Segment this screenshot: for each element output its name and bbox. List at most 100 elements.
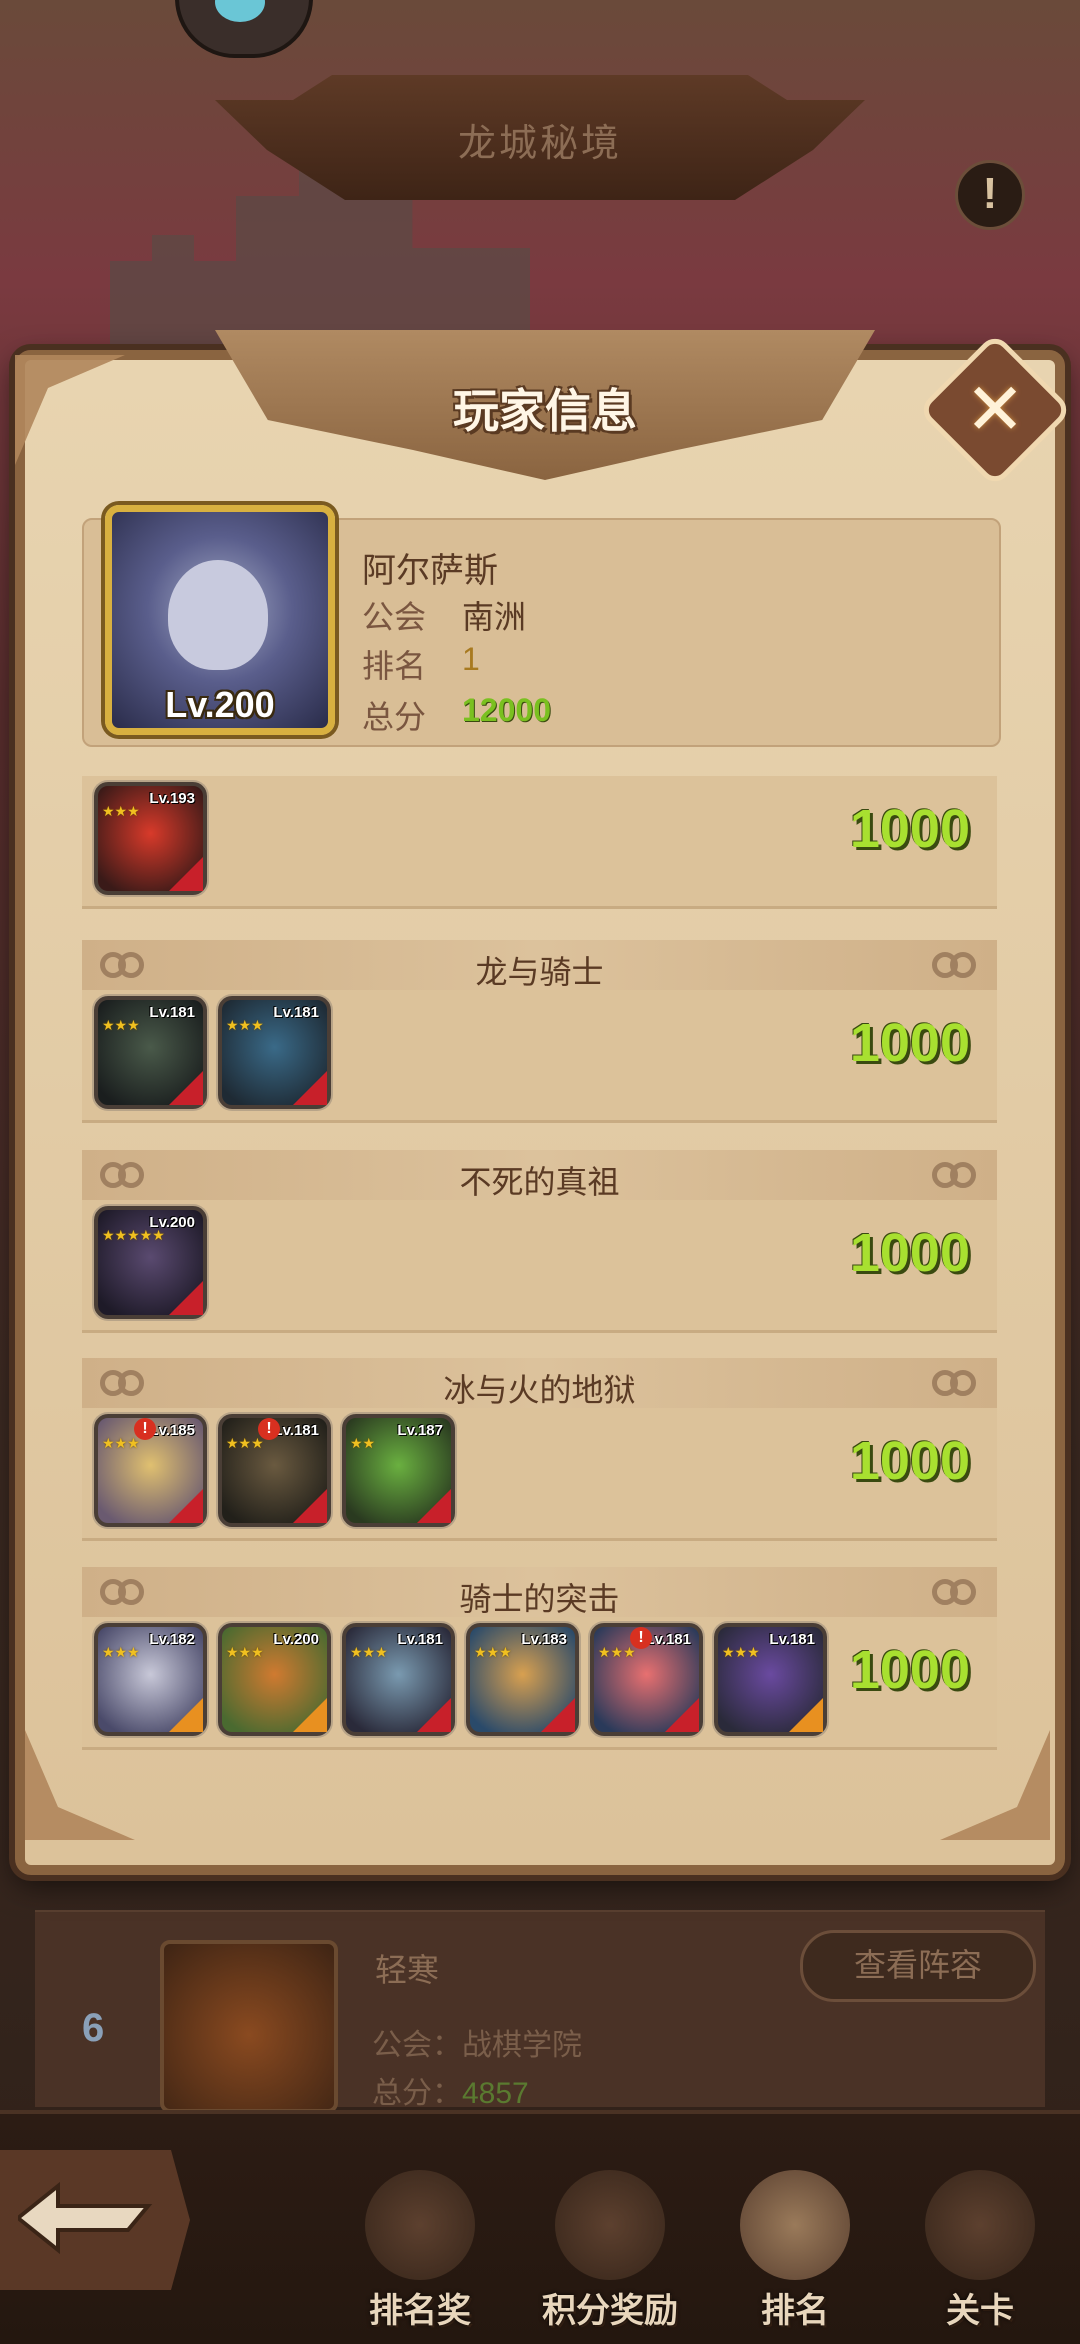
star-rating-icon: ★★★ [102, 803, 140, 819]
team-section-title: 不死的真祖 [459, 1164, 620, 1200]
nav-item-label: 排名奖 [369, 2292, 471, 2330]
mascot-icon [215, 0, 265, 22]
hero-level: Lv.181 [645, 1631, 691, 1648]
hero-level: Lv.187 [397, 1422, 443, 1439]
hero-class-corner [169, 1281, 203, 1315]
star-rating-icon: ★★★ [226, 1435, 264, 1451]
star-rating-icon: ★★★ [102, 1017, 140, 1033]
page-title: 龙城秘境 [457, 123, 622, 165]
hero-class-corner [293, 1698, 327, 1732]
hero-class-corner [541, 1698, 575, 1732]
hero-card[interactable]: Lv.181 ★★★ [342, 1623, 455, 1736]
hero-level: Lv.200 [273, 1631, 319, 1648]
hero-card[interactable]: Lv.200 ★★★★★ [94, 1206, 207, 1319]
ranking-icon [740, 2170, 850, 2280]
chain-link-icon [100, 952, 146, 978]
team-section-title: 龙与骑士 [475, 954, 604, 990]
hero-level: Lv.185 [149, 1422, 195, 1439]
hero-card[interactable]: Lv.183 ★★★ [466, 1623, 579, 1736]
team-section-title: 冰与火的地狱 [443, 1372, 636, 1408]
hero-card[interactable]: Lv.181 ★★★! [218, 1414, 331, 1527]
hero-card[interactable]: Lv.200 ★★★ [218, 1623, 331, 1736]
back-button[interactable] [0, 2150, 190, 2290]
alert-icon: ! [258, 1418, 280, 1440]
nav-item-score-reward[interactable]: 积分奖励 [530, 2170, 690, 2340]
hero-card[interactable]: Lv.181 ★★★! [590, 1623, 703, 1736]
rank-value: 1 [462, 641, 480, 677]
star-rating-icon: ★★★ [474, 1644, 512, 1660]
exclamation-icon: ! [982, 169, 998, 218]
rank-label: 排名 [362, 648, 427, 684]
hero-class-corner [789, 1698, 823, 1732]
player-name: 阿尔萨斯 [362, 552, 498, 590]
hero-class-corner [293, 1071, 327, 1105]
chain-link-icon [932, 952, 978, 978]
star-rating-icon: ★★★ [226, 1644, 264, 1660]
hero-card[interactable]: Lv.181 ★★★ [714, 1623, 827, 1736]
hero-level: Lv.181 [273, 1004, 319, 1021]
hero-class-corner [169, 1071, 203, 1105]
star-rating-icon: ★★★ [102, 1435, 140, 1451]
nav-item-ranking[interactable]: 排名 [715, 2170, 875, 2340]
ranking-row-score-line: 总分：4857 [372, 2068, 529, 2112]
chain-link-icon [100, 1162, 146, 1188]
nav-item-stage[interactable]: 关卡 [900, 2170, 1060, 2340]
hero-level: Lv.182 [149, 1631, 195, 1648]
rank-reward-icon [365, 2170, 475, 2280]
nav-item-rank-reward[interactable]: 排名奖 [340, 2170, 500, 2340]
hero-level: Lv.181 [149, 1004, 195, 1021]
close-icon[interactable]: ✕ [940, 355, 1050, 465]
team-score: 1000 [849, 1223, 970, 1283]
star-rating-icon: ★★★ [722, 1644, 760, 1660]
alert-icon: ! [630, 1627, 652, 1649]
star-rating-icon: ★★★ [226, 1017, 264, 1033]
hero-card[interactable]: Lv.182 ★★★ [94, 1623, 207, 1736]
chain-link-icon [100, 1579, 146, 1605]
team-score: 1000 [849, 1431, 970, 1491]
hero-card[interactable]: Lv.187 ★★ [342, 1414, 455, 1527]
hero-level: Lv.181 [273, 1422, 319, 1439]
nav-item-label: 积分奖励 [542, 2292, 678, 2330]
star-rating-icon: ★★★★★ [102, 1227, 165, 1243]
hero-card[interactable]: Lv.185 ★★★! [94, 1414, 207, 1527]
hero-class-corner [417, 1489, 451, 1523]
view-lineup-button[interactable]: 查看阵容 [800, 1930, 1036, 2002]
hero-class-corner [169, 1698, 203, 1732]
ranking-row-score-label: 总分： [372, 2077, 462, 2110]
guild-label: 公会 [362, 599, 427, 635]
player-avatar-face [168, 560, 268, 670]
nav-item-label: 排名 [761, 2292, 829, 2330]
star-rating-icon: ★★ [350, 1435, 376, 1451]
chain-link-icon [932, 1370, 978, 1396]
alert-icon: ! [134, 1418, 156, 1440]
team-score: 1000 [849, 799, 970, 859]
ranking-row-score: 4857 [462, 2077, 529, 2110]
hero-class-corner [169, 857, 203, 891]
hero-card[interactable]: Lv.193 ★★★ [94, 782, 207, 895]
ranking-row-avatar [160, 1940, 338, 2113]
hero-level: Lv.183 [521, 1631, 567, 1648]
team-score: 1000 [849, 1013, 970, 1073]
ranking-row-guild: 公会：战棋学院 [372, 2029, 582, 2062]
hero-level: Lv.193 [149, 790, 195, 807]
hero-card[interactable]: Lv.181 ★★★ [218, 996, 331, 1109]
score-value: 12000 [462, 692, 551, 728]
info-button[interactable]: ! [955, 160, 1025, 230]
star-rating-icon: ★★★ [102, 1644, 140, 1660]
chain-link-icon [100, 1370, 146, 1396]
hero-card[interactable]: Lv.181 ★★★ [94, 996, 207, 1109]
chain-link-icon [932, 1579, 978, 1605]
stage-icon [925, 2170, 1035, 2280]
ranking-row-name: 轻寒 [375, 1952, 440, 1988]
score-label: 总分 [362, 699, 427, 735]
hero-class-corner [665, 1698, 699, 1732]
star-rating-icon: ★★★ [350, 1644, 388, 1660]
team-section-title: 骑士的突击 [459, 1581, 620, 1617]
star-rating-icon: ★★★ [598, 1644, 636, 1660]
guild-value: 南洲 [462, 599, 527, 635]
nav-item-label: 关卡 [946, 2292, 1014, 2330]
hero-level: Lv.181 [769, 1631, 815, 1648]
hero-class-corner [417, 1698, 451, 1732]
hero-level: Lv.181 [397, 1631, 443, 1648]
ranking-row-rank: 6 [82, 2006, 105, 2050]
